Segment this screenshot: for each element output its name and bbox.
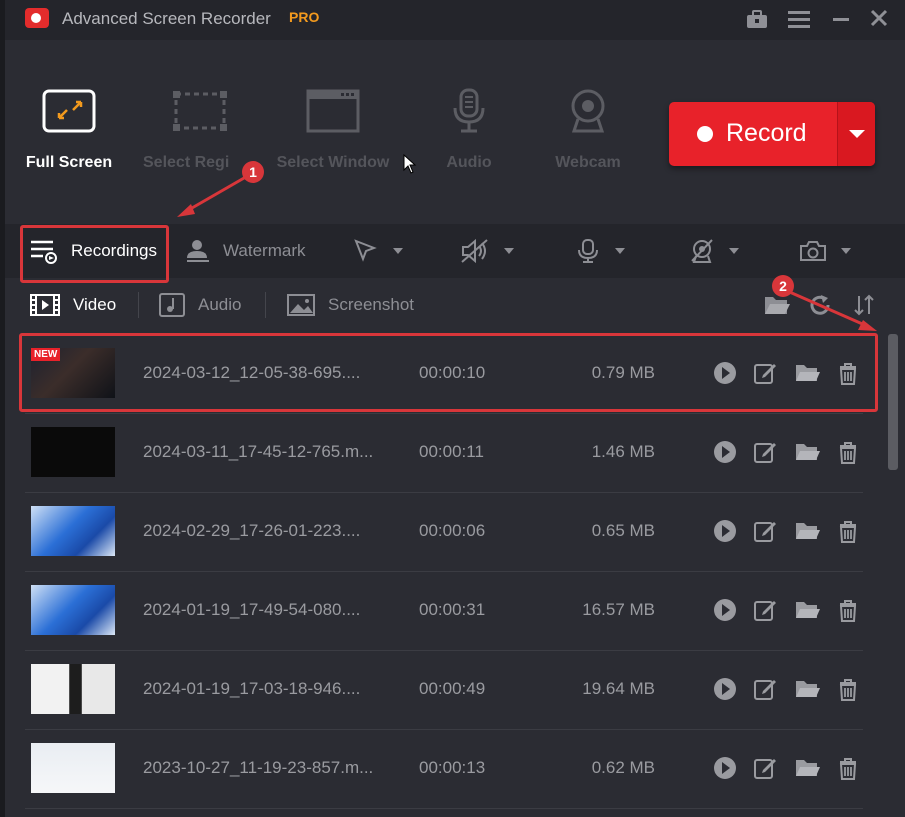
app-window: Advanced Screen Recorder PRO Full Screen <box>5 0 905 817</box>
annotation-marker-2: 2 <box>772 275 794 297</box>
annotation-arrows <box>177 172 877 331</box>
annotation-marker-1: 1 <box>242 161 264 183</box>
